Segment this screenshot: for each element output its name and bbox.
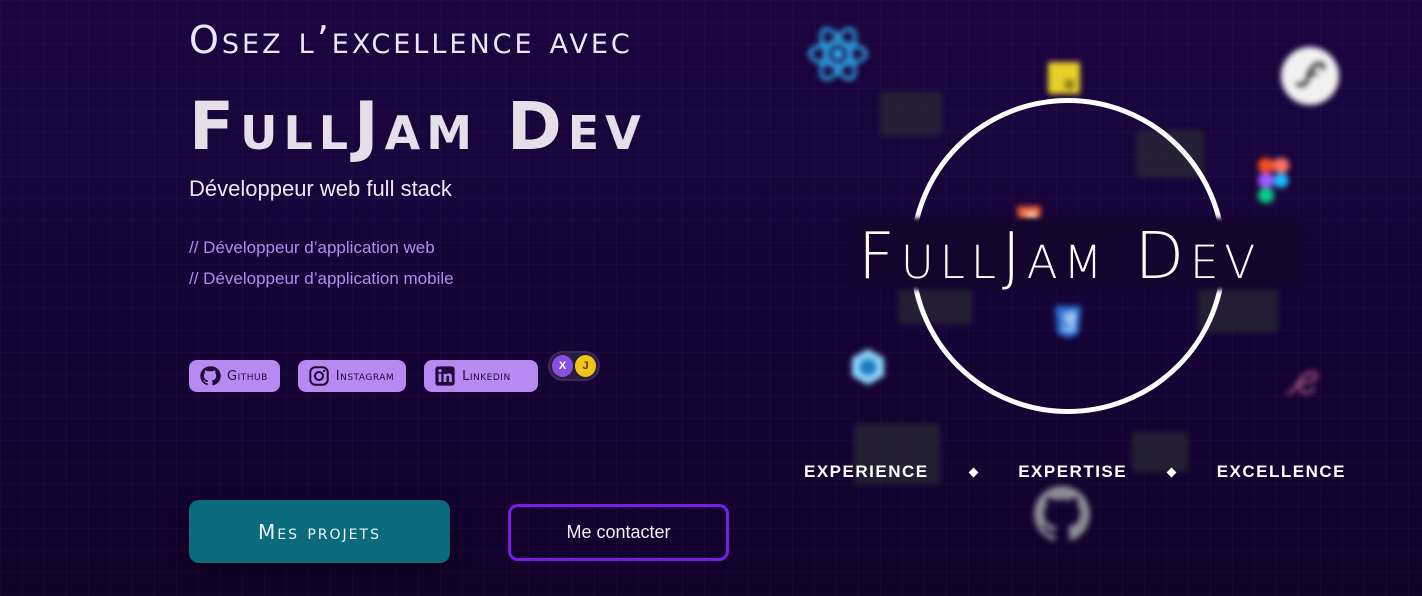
- react-icon: [808, 27, 868, 81]
- instagram-link[interactable]: Instagram: [297, 360, 407, 392]
- toggle-option-j[interactable]: J: [575, 355, 596, 377]
- theme-toggle[interactable]: X J: [548, 351, 600, 381]
- value-expertise: EXPERTISE: [1018, 462, 1128, 481]
- code-snippet-card: [880, 92, 942, 136]
- role-item: // Développeur d’application web: [189, 238, 435, 257]
- brand-values: EXPERIENCE EXPERTISE EXCELLENCE: [804, 462, 1346, 482]
- hero-kicker: Osez l’excellence avec: [189, 18, 633, 62]
- github-icon: [1034, 486, 1090, 541]
- brand-logo-text: FullJam Dev: [858, 220, 1262, 294]
- contact-button[interactable]: Me contacter: [508, 504, 729, 561]
- figma-icon: [1258, 158, 1289, 203]
- linkedin-icon: [434, 365, 456, 387]
- social-links: Github Instagram Linkedin: [189, 360, 539, 392]
- role-list: // Développeur d’application web // Déve…: [189, 232, 454, 294]
- instagram-icon: [308, 365, 330, 387]
- github-link-label: Github: [227, 368, 268, 384]
- hero-intro: Osez l’excellence avec FullJam Dev Dével…: [189, 0, 789, 596]
- separator-diamond-icon: [968, 467, 979, 477]
- role-item: // Développeur d’application mobile: [189, 269, 454, 288]
- webpack-icon: [852, 349, 884, 385]
- sass-icon: [1286, 370, 1319, 396]
- linkedin-link[interactable]: Linkedin: [424, 360, 539, 392]
- hero-subtitle: Développeur web full stack: [189, 176, 452, 201]
- brand-showcase: FullJam Dev EXPERIENCE EXPERTISE EXCELLE…: [790, 0, 1422, 596]
- linkedin-link-label: Linkedin: [462, 368, 511, 384]
- projects-button[interactable]: Mes projets: [189, 500, 450, 563]
- github-link[interactable]: Github: [189, 360, 280, 392]
- value-experience: EXPERIENCE: [804, 462, 929, 481]
- separator-diamond-icon: [1166, 467, 1177, 477]
- symfony-icon: [1281, 47, 1339, 105]
- hero-brand-title: FullJam Dev: [189, 88, 647, 165]
- javascript-icon: [1048, 62, 1080, 94]
- instagram-link-label: Instagram: [335, 368, 395, 384]
- toggle-option-x[interactable]: X: [552, 355, 573, 377]
- github-icon: [199, 365, 221, 387]
- value-excellence: EXCELLENCE: [1216, 462, 1346, 481]
